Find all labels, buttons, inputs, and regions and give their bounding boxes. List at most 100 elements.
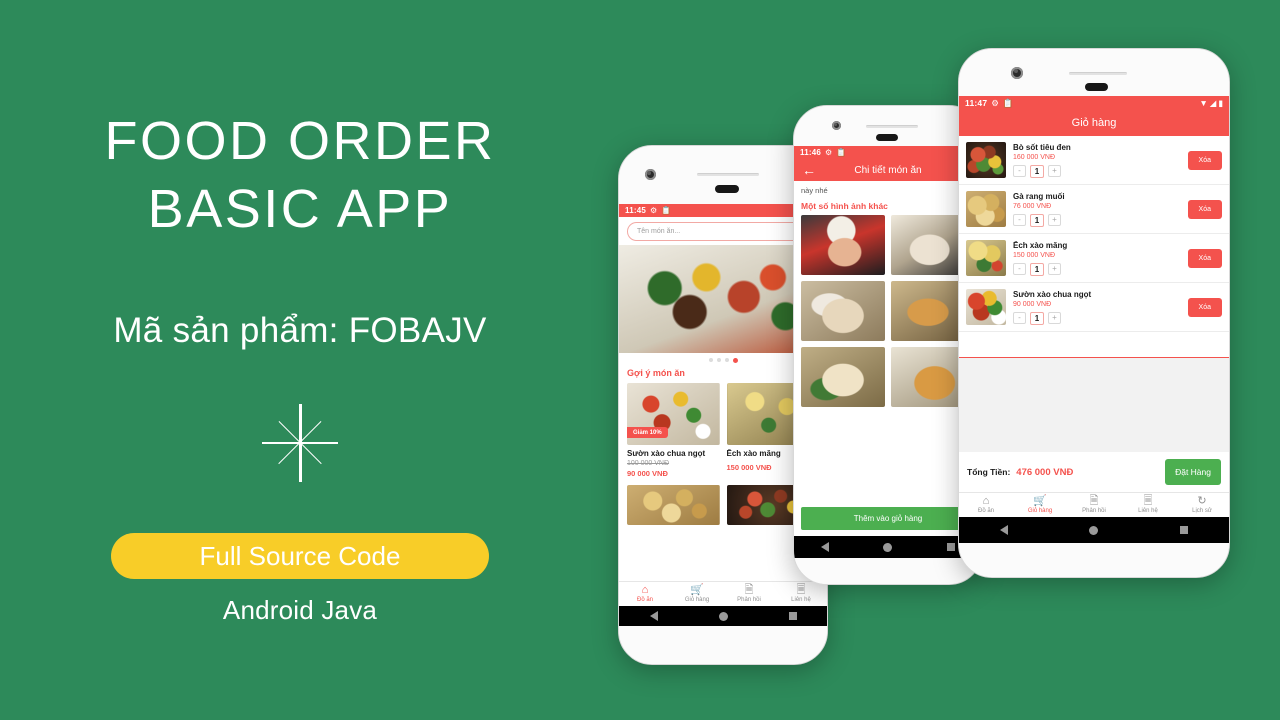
front-camera-icon: [832, 121, 841, 130]
tab-lich-su[interactable]: ↻ Lịch sử: [1175, 493, 1229, 517]
decrement-button[interactable]: -: [1013, 214, 1026, 226]
status-bar: 11:47 ⚙ 📋 ▼ ◢ ▮: [959, 96, 1229, 110]
speaker-grille: [697, 173, 759, 176]
cart-item-list: Bò sốt tiêu đen 160 000 VNĐ - 1 + Xóa Gà…: [959, 136, 1229, 452]
cart-total-bar: Tổng Tiền: 476 000 VNĐ Đặt Hàng: [959, 452, 1229, 492]
decrement-button[interactable]: -: [1013, 165, 1026, 177]
increment-button[interactable]: +: [1048, 165, 1061, 177]
bottom-tab-nav: ⌂ Đồ ăn 🛒 Giỏ hàng 🗎 Phản hồi 🗏 Liên hệ: [619, 581, 827, 606]
phone-bezel-top: [794, 106, 982, 146]
cart-row: Bò sốt tiêu đen 160 000 VNĐ - 1 + Xóa: [959, 136, 1229, 185]
nav-recents-icon[interactable]: [946, 543, 955, 551]
feedback-icon: 🗎: [1089, 495, 1099, 507]
tab-label: Đồ ăn: [977, 508, 994, 514]
tab-phan-hoi[interactable]: 🗎 Phản hồi: [1067, 493, 1121, 517]
cart-item-price: 76 000 VNĐ: [1013, 202, 1052, 210]
nav-back-icon[interactable]: [649, 611, 658, 621]
sensor-pill: [715, 185, 739, 193]
gear-icon: ⚙: [991, 97, 999, 108]
decrement-button[interactable]: -: [1013, 312, 1026, 324]
nav-recents-icon[interactable]: [1180, 526, 1189, 534]
speaker-grille: [1069, 72, 1127, 75]
delete-item-button[interactable]: Xóa: [1187, 199, 1222, 219]
cart-item-price: 150 000 VNĐ: [1013, 251, 1056, 259]
tab-do-an[interactable]: ⌂ Đồ ăn: [619, 582, 671, 606]
gallery-image[interactable]: [801, 347, 885, 408]
android-nav-bar: [959, 517, 1229, 543]
delete-item-button[interactable]: Xóa: [1187, 297, 1222, 317]
promo-panel: FOOD ORDER BASIC APP Mã sản phẩm: FOBAJV…: [0, 0, 600, 720]
delete-item-button[interactable]: Xóa: [1187, 150, 1222, 170]
nav-recents-icon[interactable]: [788, 612, 797, 620]
increment-button[interactable]: +: [1048, 312, 1061, 324]
add-to-cart-button[interactable]: Thêm vào giỏ hàng: [801, 507, 975, 530]
increment-button[interactable]: +: [1048, 263, 1061, 275]
android-nav-bar: [794, 536, 982, 558]
quantity-value[interactable]: 1: [1030, 213, 1044, 227]
quantity-stepper: - 1 +: [1013, 311, 1181, 325]
tab-do-an[interactable]: ⌂ Đồ ăn: [959, 493, 1013, 517]
nav-home-icon[interactable]: [883, 542, 893, 552]
sensor-pill: [876, 134, 898, 141]
tab-lien-he[interactable]: 🗏 Liên hệ: [1121, 493, 1175, 517]
status-time: 11:46: [800, 148, 822, 157]
search-input[interactable]: Tên món ăn...: [627, 222, 819, 241]
carousel-dot[interactable]: [708, 358, 713, 362]
phone-mockup-cart: 11:47 ⚙ 📋 ▼◢▮ Giỏ hàng Bò sốt tiêu đen: [958, 48, 1230, 578]
carousel-dot-active[interactable]: [732, 358, 738, 363]
cart-item-thumbnail: [966, 142, 1006, 178]
food-card[interactable]: Giảm 10% Sườn xào chua ngọt 100 000 VNĐ …: [627, 383, 720, 478]
signal-icon: ◢: [1209, 97, 1217, 108]
gallery-image[interactable]: [801, 215, 885, 276]
quantity-value[interactable]: 1: [1030, 164, 1044, 178]
tab-phan-hoi[interactable]: 🗎 Phản hồi: [723, 582, 775, 606]
nav-back-icon[interactable]: [999, 525, 1008, 535]
place-order-button[interactable]: Đặt Hàng: [1165, 459, 1221, 485]
increment-button[interactable]: +: [1048, 214, 1061, 226]
full-source-code-button[interactable]: Full Source Code: [111, 533, 489, 579]
home-icon: ⌂: [641, 584, 649, 596]
app-bar: ← Chi tiết món ăn: [794, 159, 982, 181]
nav-home-icon[interactable]: [1089, 525, 1099, 535]
food-card-image[interactable]: [627, 485, 720, 525]
cart-item-name: Gà rang muối: [1013, 191, 1065, 201]
quantity-stepper: - 1 +: [1013, 262, 1181, 276]
cart-item-thumbnail: [966, 289, 1006, 325]
tab-gio-hang[interactable]: 🛒 Giỏ hàng: [671, 582, 723, 606]
phone-bezel-top: [959, 49, 1229, 96]
discount-badge: Giảm 10%: [627, 427, 668, 438]
arrow-left-icon[interactable]: ←: [802, 163, 816, 177]
food-card-name: Sườn xào chua ngọt: [627, 449, 706, 458]
feedback-icon: 🗎: [744, 584, 754, 596]
quantity-value[interactable]: 1: [1030, 311, 1044, 325]
sparkle-icon: [262, 403, 338, 483]
phone-bezel-bottom: [794, 558, 982, 584]
decrement-button[interactable]: -: [1013, 263, 1026, 275]
status-time: 11:45: [625, 206, 647, 215]
nav-home-icon[interactable]: [718, 611, 728, 621]
tab-label: Liên hệ: [1138, 508, 1158, 514]
food-card-price: 90 000 VNĐ: [627, 469, 668, 478]
cart-item-name: Bò sốt tiêu đen: [1013, 142, 1071, 152]
carousel-dot[interactable]: [716, 358, 721, 362]
detail-description: này nhé: [801, 186, 828, 195]
total-value: 476 000 VNĐ: [1016, 466, 1074, 478]
phone-bezel-bottom: [619, 626, 827, 664]
cart-item-thumbnail: [966, 240, 1006, 276]
nav-back-icon[interactable]: [821, 542, 830, 552]
sensor-pill: [1085, 83, 1108, 91]
battery-icon: ▮: [1218, 97, 1223, 108]
gallery-section-title: Một số hình ảnh khác: [801, 201, 888, 212]
tab-lien-he[interactable]: 🗏 Liên hệ: [775, 582, 827, 606]
tab-gio-hang[interactable]: 🛒 Giỏ hàng: [1013, 493, 1067, 517]
status-bar: 11:46 ⚙ 📋: [794, 146, 982, 159]
carousel-dot[interactable]: [724, 358, 729, 362]
quantity-value[interactable]: 1: [1030, 262, 1044, 276]
bottom-tab-nav: ⌂ Đồ ăn 🛒 Giỏ hàng 🗎 Phản hồi 🗏 Liên hệ: [959, 492, 1229, 517]
product-code-label: Mã sản phẩm: FOBAJV: [113, 311, 487, 350]
tab-label: Giỏ hàng: [684, 597, 710, 603]
delete-item-button[interactable]: Xóa: [1187, 248, 1222, 268]
tab-label: Liên hệ: [791, 597, 811, 603]
gallery-image[interactable]: [801, 281, 885, 342]
phone-mockup-detail: 11:46 ⚙ 📋 ← Chi tiết món ăn này nhé Một …: [793, 105, 983, 585]
